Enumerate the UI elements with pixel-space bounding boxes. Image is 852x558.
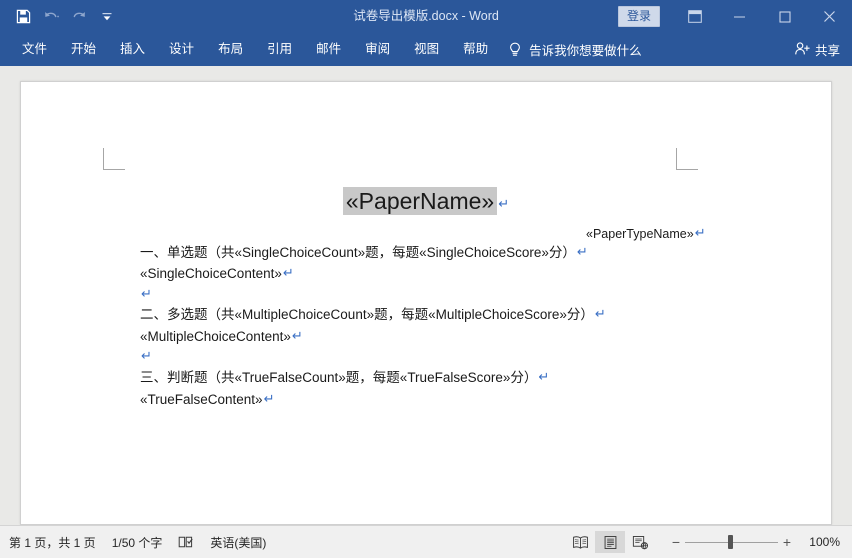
web-layout-icon[interactable] [625, 531, 655, 553]
paragraph-mark-icon: ↵ [282, 265, 294, 280]
empty-paragraph-2[interactable]: ↵ [140, 347, 152, 365]
paper-type-line[interactable]: «PaperTypeName»↵ [586, 224, 706, 243]
page-number-status[interactable]: 第 1 页，共 1 页 [9, 534, 96, 551]
paragraph-mark-icon: ↵ [141, 348, 152, 363]
word-window: 试卷导出模版.docx - Word 登录 文件 开始 插入 设计 布局 引用 … [0, 0, 852, 558]
merge-field-multiple-choice-content-line[interactable]: «MultipleChoiceContent»↵ [140, 327, 303, 345]
status-bar: 第 1 页，共 1 页 1/50 个字 英语(美国) − + 100% [0, 525, 852, 558]
print-layout-icon[interactable] [595, 531, 625, 553]
zoom-level-label[interactable]: 100% [804, 535, 840, 549]
zoom-in-button[interactable]: + [778, 532, 796, 552]
section-heading-single-choice-text: 一、单选题（共«SingleChoiceCount»题，每题«SingleCho… [140, 245, 576, 260]
section-heading-multiple-choice-text: 二、多选题（共«MultipleChoiceCount»题，每题«Multipl… [140, 307, 594, 322]
merge-field-multiple-choice-content: «MultipleChoiceContent» [140, 329, 291, 344]
status-bar-right: − + 100% [565, 531, 844, 553]
zoom-slider[interactable] [685, 532, 778, 552]
paragraph-mark-icon: ↵ [576, 244, 588, 259]
paragraph-mark-icon: ↵ [141, 286, 152, 301]
paragraph-mark-icon: ↵ [263, 391, 275, 406]
word-count-status[interactable]: 1/50 个字 [112, 534, 163, 551]
language-status[interactable]: 英语(美国) [210, 534, 266, 551]
merge-field-single-choice-content-line[interactable]: «SingleChoiceContent»↵ [140, 264, 294, 282]
paragraph-mark-icon: ↵ [498, 196, 510, 211]
section-heading-single-choice[interactable]: 一、单选题（共«SingleChoiceCount»题，每题«SingleCho… [140, 243, 588, 261]
zoom-slider-thumb[interactable] [728, 535, 733, 549]
zoom-control: − + 100% [667, 532, 844, 552]
merge-field-true-false-content: «TrueFalseContent» [140, 392, 263, 407]
empty-paragraph-1[interactable]: ↵ [140, 285, 152, 303]
merge-field-single-choice-content: «SingleChoiceContent» [140, 266, 282, 281]
status-bar-left: 第 1 页，共 1 页 1/50 个字 英语(美国) [0, 534, 266, 551]
paragraph-mark-icon: ↵ [291, 328, 303, 343]
paragraph-mark-icon: ↵ [594, 306, 606, 321]
paragraph-mark-icon: ↵ [538, 369, 550, 384]
merge-field-true-false-content-line[interactable]: «TrueFalseContent»↵ [140, 390, 274, 408]
section-heading-true-false-text: 三、判断题（共«TrueFalseCount»题，每题«TrueFalseSco… [140, 370, 538, 385]
section-heading-true-false[interactable]: 三、判断题（共«TrueFalseCount»题，每题«TrueFalseSco… [140, 368, 549, 386]
document-content: «PaperName» ↵ «PaperTypeName»↵ 一、单选题（共«Si… [0, 0, 852, 558]
zoom-out-button[interactable]: − [667, 532, 685, 552]
merge-field-paper-name[interactable]: «PaperName» [342, 187, 498, 215]
paragraph-mark-icon: ↵ [694, 225, 706, 240]
merge-field-paper-type-name[interactable]: «PaperTypeName» [586, 227, 694, 241]
read-mode-icon[interactable] [565, 531, 595, 553]
proofing-errors-icon[interactable] [178, 535, 194, 549]
section-heading-multiple-choice[interactable]: 二、多选题（共«MultipleChoiceCount»题，每题«Multipl… [140, 305, 606, 323]
paper-name-heading[interactable]: «PaperName» ↵ [0, 186, 852, 219]
